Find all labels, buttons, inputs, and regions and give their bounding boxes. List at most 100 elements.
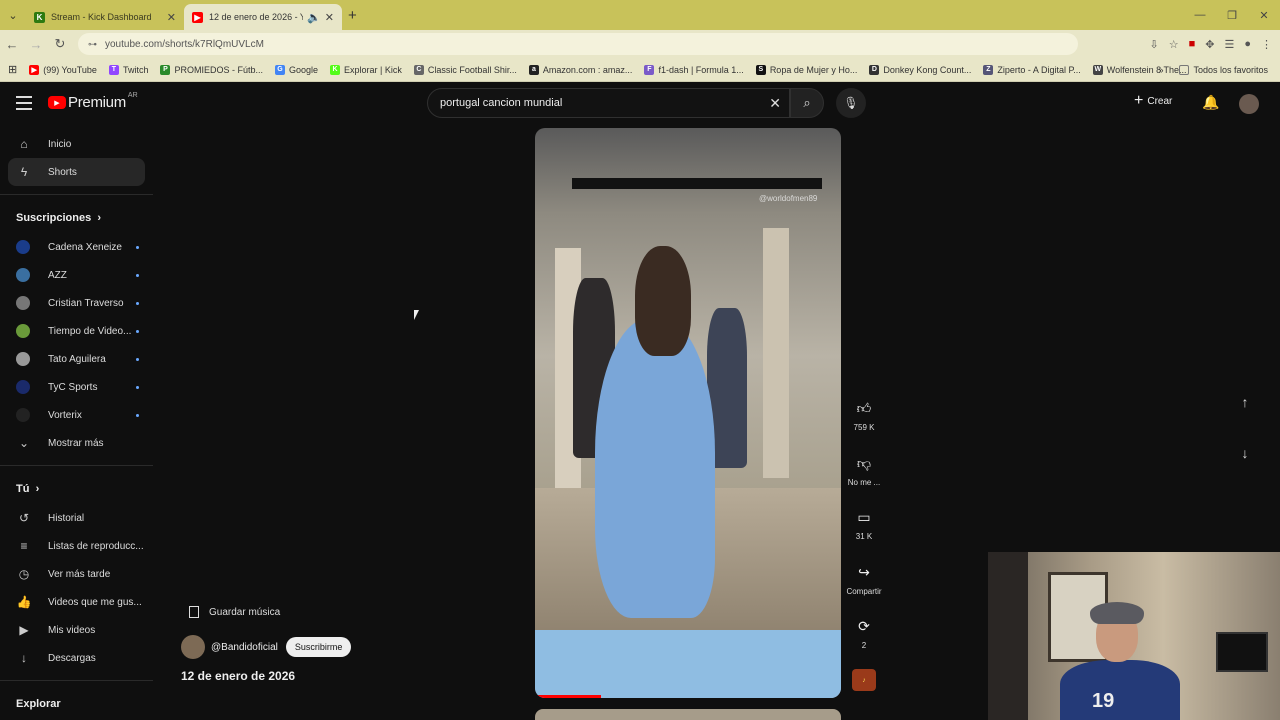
like-button[interactable]: 👍︎ 759 K (843, 400, 885, 432)
sidebar-item-subscription[interactable]: TyC Sports (8, 373, 145, 401)
region-code: AR (127, 92, 138, 99)
bookmark-item[interactable]: P PROMIEDOS - Fútb... (160, 64, 263, 75)
bookmark-label: PROMIEDOS - Fútb... (174, 64, 263, 75)
extensions-puzzle-icon[interactable]: ✥ (1205, 38, 1214, 51)
playlist-icon: ≡ (20, 539, 28, 553)
create-label: Crear (1147, 95, 1173, 107)
subscribe-button[interactable]: Suscribirme (285, 637, 352, 657)
sidebar-item-label: Ver más tarde (48, 568, 111, 580)
close-tab-icon[interactable]: ✕ (167, 11, 176, 24)
back-icon[interactable]: ← (0, 37, 24, 52)
close-tab-icon[interactable]: ✕ (325, 11, 334, 24)
folder-icon (1179, 64, 1190, 75)
progress-bar[interactable] (535, 695, 601, 698)
share-button[interactable]: ↪ Compartir (843, 564, 885, 596)
new-content-dot (136, 329, 139, 333)
sound-thumbnail[interactable]: ♪ (852, 669, 876, 691)
bookmark-item[interactable]: S Ropa de Mujer y Ho... (755, 64, 857, 75)
media-control-icon[interactable]: ☰ (1224, 38, 1234, 51)
channel-avatar (16, 324, 30, 338)
remix-icon: ⟳ (858, 618, 870, 634)
sidebar-item-you[interactable]: ↺ Historial (8, 504, 145, 532)
sidebar-item-subscription[interactable]: Tato Aguilera (8, 345, 145, 373)
bookmark-item[interactable]: G Google (274, 64, 318, 75)
channel-avatar[interactable] (181, 635, 205, 659)
tab-youtube-short[interactable]: ▶ 12 de enero de 2026 - You 🔈 ✕ (184, 4, 342, 30)
notifications-bell-icon[interactable]: 🔔 (1202, 94, 1219, 111)
mute-tab-icon[interactable]: 🔈 (307, 11, 321, 24)
sidebar-item-subscription[interactable]: Cadena Xeneize (8, 233, 145, 261)
show-more-button[interactable]: ⌄ Mostrar más (8, 429, 145, 457)
sidebar-item-you[interactable]: ◷ Ver más tarde (8, 560, 145, 588)
sidebar-item-you[interactable]: ↓ Descargas (8, 644, 145, 672)
site-info-icon[interactable]: ⊶ (88, 39, 97, 50)
voice-search-button[interactable]: 🎙 (836, 88, 866, 118)
tab-kick-dashboard[interactable]: K Stream - Kick Dashboard ✕ (26, 4, 184, 30)
clear-search-icon[interactable]: ✕ (769, 95, 781, 112)
all-bookmarks-folder[interactable]: » Todos los favoritos (1158, 64, 1268, 75)
apps-grid-icon[interactable]: ⊞ (8, 63, 17, 76)
sidebar-item-shorts[interactable]: ϟ Shorts (8, 158, 145, 186)
short-title: 12 de enero de 2026 (181, 669, 296, 683)
remix-count: 2 (861, 641, 867, 650)
short-video-player[interactable]: @worldofmen89 (535, 128, 841, 698)
save-music-button[interactable]: Guardar música (181, 606, 280, 618)
sidebar-item-you[interactable]: ≡ Listas de reproducc... (8, 532, 145, 560)
url-text: youtube.com/shorts/k7RlQmUVLcM (105, 38, 264, 50)
minimize-icon[interactable]: — (1184, 0, 1216, 30)
bookmark-item[interactable]: T Twitch (108, 64, 148, 75)
restore-icon[interactable]: ❐ (1216, 0, 1248, 30)
reload-icon[interactable]: ↻ (48, 36, 72, 52)
tab-search-icon[interactable]: ⌄ (0, 0, 26, 30)
channel-avatar (16, 240, 30, 254)
tab-title: 12 de enero de 2026 - You (209, 12, 304, 22)
next-short-preview[interactable] (535, 709, 841, 720)
bookmark-item[interactable]: Z Ziperto - A Digital P... (983, 64, 1081, 75)
dislike-button[interactable]: 👎︎ No me ... (843, 455, 885, 487)
sidebar-item-you[interactable]: ▶ Mis videos (8, 616, 145, 644)
remix-button[interactable]: ⟳ 2 (843, 618, 885, 650)
sidebar-item-label: Historial (48, 512, 85, 524)
bookmark-item[interactable]: K Explorar | Kick (330, 64, 402, 75)
watch-later-icon: ◷ (18, 567, 30, 581)
sidebar-item-subscription[interactable]: Tiempo de Video... (8, 317, 145, 345)
menu-burger-icon[interactable] (16, 96, 32, 114)
masthead: ▶ Premium AR portugal cancion mundial ✕ … (0, 82, 1280, 126)
profile-icon[interactable]: ● (1244, 38, 1251, 51)
bookmark-label: Explorar | Kick (344, 64, 402, 75)
streamer-shirt (1060, 660, 1180, 720)
new-tab-button[interactable]: + (348, 7, 357, 24)
forward-icon[interactable]: → (24, 37, 48, 52)
sidebar-item-you[interactable]: 👍 Videos que me gus... (8, 588, 145, 616)
previous-short-button[interactable]: ↑ (1230, 387, 1260, 417)
youtube-premium-logo[interactable]: ▶ Premium AR (48, 92, 138, 111)
sidebar-item-subscription[interactable]: AZZ (8, 261, 145, 289)
sidebar-item-subscription[interactable]: Vorterix (8, 401, 145, 429)
url-field[interactable]: ⊶ youtube.com/shorts/k7RlQmUVLcM (78, 33, 1078, 55)
menu-kebab-icon[interactable]: ⋮ (1261, 38, 1272, 51)
install-icon[interactable]: ⇩ (1150, 38, 1159, 51)
extension-icon[interactable]: ■ (1189, 38, 1196, 51)
sidebar-item-subscription[interactable]: Cristian Traverso (8, 289, 145, 317)
you-heading[interactable]: Tú › (0, 474, 153, 504)
comments-button[interactable]: ▭ 31 K (843, 509, 885, 541)
channel-name[interactable]: @Bandidoficial (211, 642, 278, 653)
mouse-cursor (414, 310, 419, 320)
explore-label: Explorar (16, 698, 61, 710)
bookmark-favicon-icon: ▶ (29, 64, 40, 75)
history-icon: ↺ (18, 511, 30, 525)
bookmark-item[interactable]: a Amazon.com : amaz... (528, 64, 632, 75)
next-short-button[interactable]: ↓ (1230, 438, 1260, 468)
subscriptions-heading[interactable]: Suscripciones › (0, 203, 153, 233)
search-input[interactable]: portugal cancion mundial ✕ (427, 88, 790, 118)
close-window-icon[interactable]: ✕ (1248, 0, 1280, 30)
bookmark-item[interactable]: Ff1-dash | Formula 1... (644, 64, 744, 75)
bookmark-star-icon[interactable]: ☆ (1169, 38, 1179, 51)
sidebar-item-home[interactable]: ⌂ Inicio (8, 130, 145, 158)
search-button[interactable]: ⌕ (790, 88, 824, 118)
bookmark-item[interactable]: C Classic Football Shir... (413, 64, 517, 75)
bookmark-item[interactable]: ▶ (99) YouTube (29, 64, 97, 75)
avatar[interactable] (1239, 94, 1259, 114)
create-button[interactable]: + Crear (1134, 92, 1172, 110)
bookmark-item[interactable]: D Donkey Kong Count... (869, 64, 971, 75)
